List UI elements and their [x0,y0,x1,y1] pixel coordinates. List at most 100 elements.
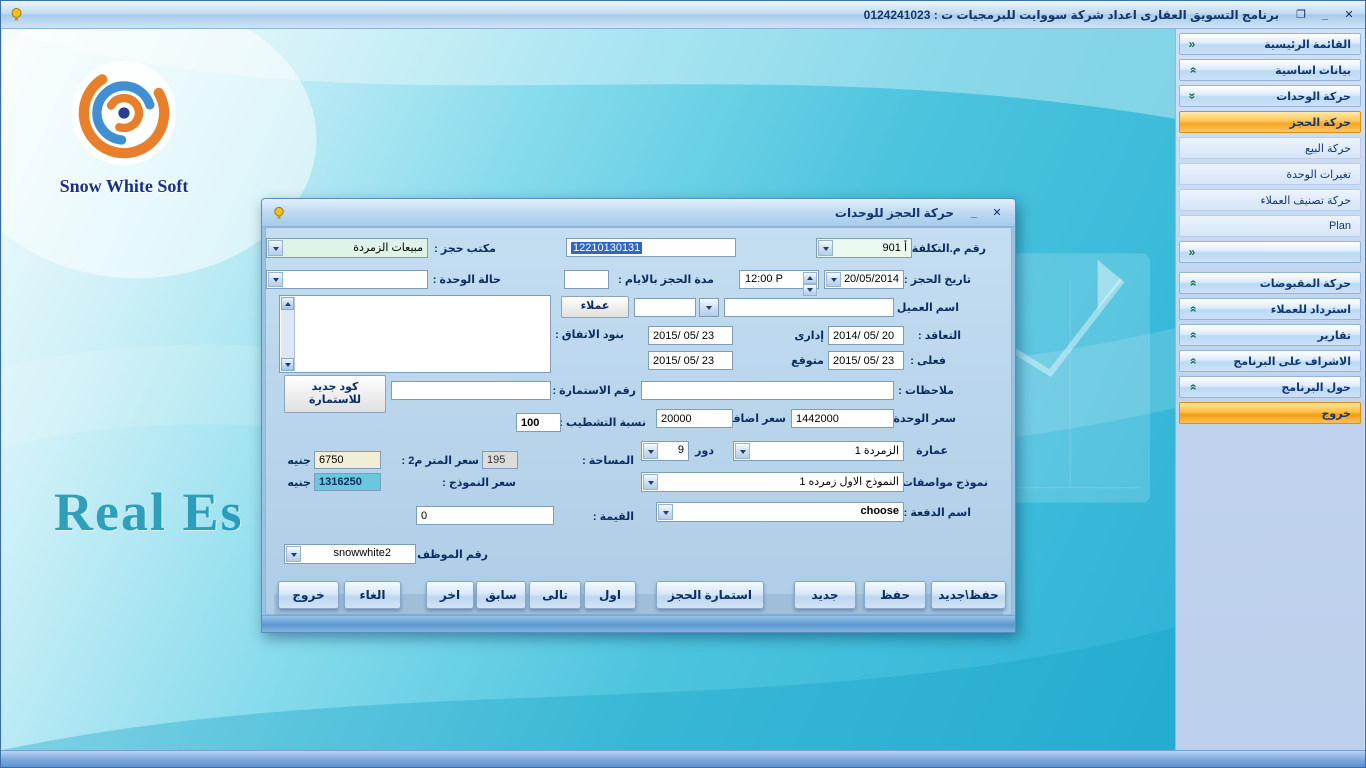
sidebar-item-sale-movement[interactable]: حركة البيع [1179,137,1361,159]
floor-combobox[interactable]: 9 [641,441,689,461]
spin-up-icon[interactable] [803,272,817,284]
previous-button[interactable]: سابق [476,581,526,609]
maximize-button[interactable]: ❐ [1291,7,1311,23]
sidebar-item-client-classification[interactable]: حركة تصنيف العملاء [1179,189,1361,211]
actual-date-input[interactable]: 2015/ 05/ 23 [828,351,904,370]
chevron-down-icon[interactable] [268,272,283,287]
logo-text: Snow White Soft [44,176,204,197]
dialog-title: حركة الحجز للوحدات [835,206,954,220]
logo-swirl-icon [68,57,180,169]
chevron-down-icon[interactable] [818,240,833,256]
save-new-button[interactable]: حفظ\جديد [931,581,1006,609]
sidebar-item-units-movement[interactable]: حركة الوحدات [1179,85,1361,107]
dialog-body: رقم م.التكلفة : 901 أ 12210130131 مكتب ح… [265,227,1012,615]
sidebar-item-plan[interactable]: Plan [1179,215,1361,237]
booking-date-picker[interactable]: 20/05/2014 [824,270,904,289]
chevron-down-icon[interactable] [735,443,750,459]
contract-date-input[interactable]: 2014/ 05/ 20 [828,326,904,345]
extra-price-input[interactable]: 20000 [656,409,733,428]
cancel-button[interactable]: الغاء [344,581,401,609]
sidebar-item-about[interactable]: حول البرنامج [1179,376,1361,398]
building-combobox[interactable]: الزمردة 1 [733,441,904,461]
new-form-code-line1: كود جديد [312,381,359,394]
dialog-minimize-button[interactable]: _ [964,205,984,221]
application-window: برنامج التسويق العقارى اعداد شركة سووايت… [0,0,1366,768]
sidebar-item-main-menu[interactable]: القائمة الرئيسية [1179,33,1361,55]
client-dropdown-button[interactable] [699,298,719,317]
agreement-terms-textarea[interactable] [279,295,551,373]
employee-combobox[interactable]: snowwhite2 [284,544,416,564]
sidebar-item-receipts[interactable]: حركة المقبوضات [1179,272,1361,294]
close-button[interactable]: ✕ [1339,7,1359,23]
new-form-code-button[interactable]: كود جديد للاستمارة [284,375,386,413]
sidebar-item-label: حركة المقبوضات [1260,277,1351,290]
scrollbar[interactable] [281,297,295,371]
minimize-button[interactable]: _ [1315,7,1335,23]
sidebar-item-exit[interactable]: خروج [1179,402,1361,424]
area-value: 195 [487,454,505,466]
time-spinner-buttons[interactable] [803,272,817,287]
sidebar-item-unit-changes[interactable]: تغيرات الوحدة [1179,163,1361,185]
sidebar-nav: القائمة الرئيسية بيانات اساسية حركة الوح… [1175,29,1364,750]
first-button[interactable]: اول [584,581,636,609]
scroll-down-icon[interactable] [281,358,294,371]
amount-input[interactable]: 0 [416,506,554,525]
chevron-down-icon[interactable] [643,474,658,490]
unit-code-combobox[interactable]: 901 أ [816,238,912,258]
booking-time-spinner[interactable]: 12:00 P [739,270,819,289]
form-number-input[interactable] [391,381,551,400]
save-button[interactable]: حفظ [864,581,926,609]
clients-button[interactable]: عملاء [561,296,629,318]
exit-button[interactable]: خروج [278,581,339,609]
sidebar-item-booking-movement[interactable]: حركة الحجز [1179,111,1361,133]
actual-label: فعلى : [910,354,946,367]
notes-input[interactable] [641,381,894,400]
chevron-down-icon[interactable] [658,504,673,520]
unit-price-input[interactable]: 1442000 [791,409,894,428]
scroll-up-icon[interactable] [281,297,294,310]
sidebar-item-reports[interactable]: تقارير [1179,324,1361,346]
booking-office-value: مبيعات الزمردة [353,241,423,254]
cost-code-value: 12210130131 [571,242,642,254]
sidebar-collapse-row[interactable] [1179,241,1361,263]
chevron-down-icon [1185,276,1199,290]
unit-status-combobox[interactable] [266,270,428,289]
new-button[interactable]: جديد [794,581,856,609]
window-controls: ❐ _ ✕ [1291,7,1359,23]
window-titlebar: برنامج التسويق العقارى اعداد شركة سووايت… [1,1,1365,29]
booking-office-combobox[interactable]: مبيعات الزمردة [266,238,428,258]
contract-admin-date-input[interactable]: 2015/ 05/ 23 [648,326,733,345]
next-button[interactable]: تالى [529,581,581,609]
batch-name-combobox[interactable]: choose [656,502,904,522]
chevron-down-icon[interactable] [286,546,301,562]
sidebar-item-label: حول البرنامج [1281,381,1351,394]
dialog-close-button[interactable]: ✕ [987,205,1007,221]
cost-code-input[interactable]: 12210130131 [566,238,736,257]
next-label: تالى [542,588,568,602]
sidebar-item-client-refunds[interactable]: استرداد للعملاء [1179,298,1361,320]
last-button[interactable]: اخر [426,581,474,609]
sidebar-item-label: Plan [1329,220,1351,232]
spin-down-icon[interactable] [803,284,817,296]
building-value: الزمردة 1 [855,444,899,457]
client-code-input[interactable] [634,298,696,317]
booking-form-button[interactable]: استمارة الحجز [656,581,764,609]
spec-model-combobox[interactable]: النموذج الاول زمرده 1 [641,472,904,492]
batch-name-label: اسم الدفعة : [904,506,971,519]
exit-label: خروج [292,588,324,602]
chevron-down-icon[interactable] [643,443,658,459]
booking-days-input[interactable] [564,270,609,289]
expected-date-input[interactable]: 2015/ 05/ 23 [648,351,733,370]
sidebar-item-basic-data[interactable]: بيانات اساسية [1179,59,1361,81]
client-name-input[interactable] [724,298,894,317]
actual-date-value: 2015/ 05/ 23 [833,355,894,367]
sidebar-item-label: الاشراف على البرنامج [1233,355,1351,368]
chevron-down-icon[interactable] [268,240,283,256]
booking-time-value: 12:00 P [745,273,783,285]
employee-value: snowwhite2 [334,547,391,559]
finishing-input[interactable]: 100 [516,413,561,432]
chevron-down-icon[interactable] [826,272,841,287]
sidebar-item-label: استرداد للعملاء [1271,303,1351,316]
sidebar-item-supervision[interactable]: الاشراف على البرنامج [1179,350,1361,372]
employee-number-label: رقم الموظف : [410,548,488,561]
